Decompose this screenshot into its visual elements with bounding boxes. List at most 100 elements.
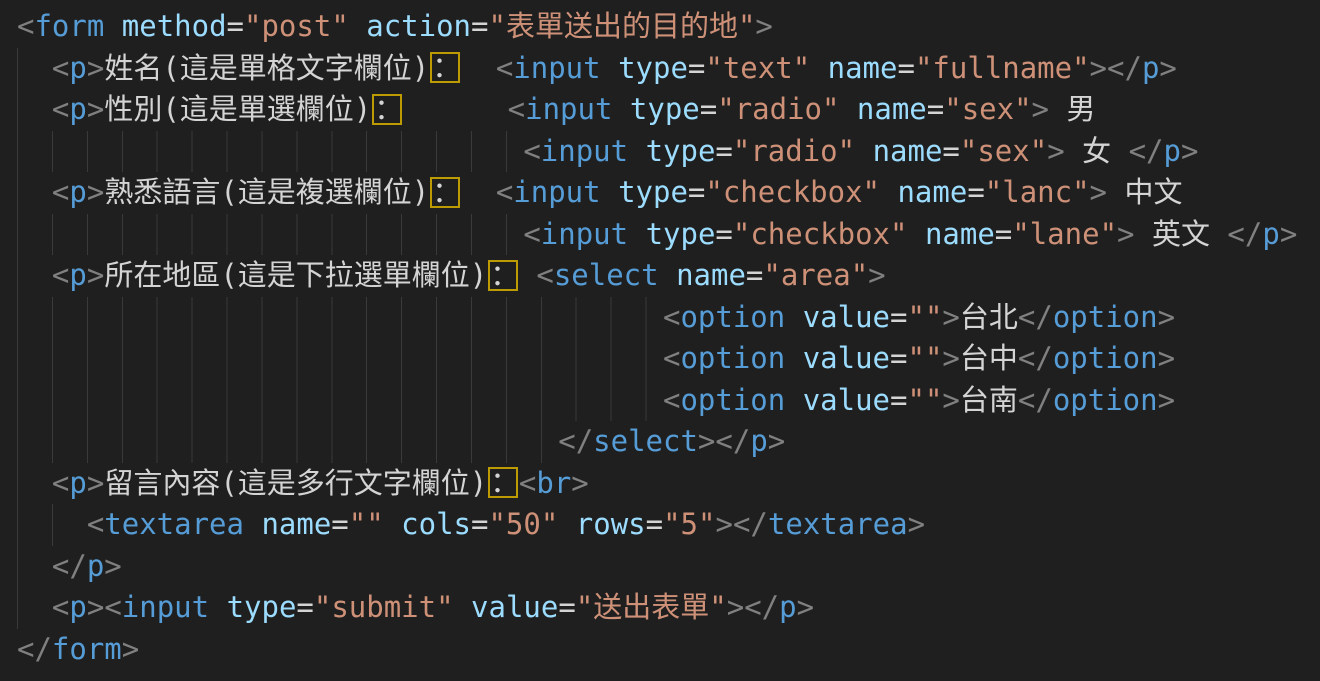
token-attribute-name: action [366, 9, 471, 43]
token-whitespace [855, 134, 872, 168]
token-punctuation: < [496, 175, 513, 209]
token-string-value: "5" [663, 507, 715, 541]
token-text-content: 台中 [960, 341, 1018, 375]
token-string-value: "radio" [717, 92, 839, 126]
token-punctuation: </ [1107, 51, 1142, 85]
token-whitespace [628, 134, 645, 168]
indent-guides [17, 463, 52, 505]
token-equals: = [890, 341, 907, 375]
code-line-11[interactable]: </select></p> [17, 421, 1320, 463]
token-punctuation: </ [52, 549, 87, 583]
token-whitespace [907, 217, 924, 251]
token-punctuation: > [1158, 383, 1175, 417]
code-line-6[interactable]: <input type="checkbox" name="lane"> 英文 <… [17, 214, 1320, 256]
token-whitespace [461, 51, 496, 85]
token-tag-name: p [69, 258, 86, 292]
token-string-value: "表單送出的目的地" [488, 9, 755, 43]
token-whitespace [785, 383, 802, 417]
token-punctuation: </ [744, 590, 779, 624]
token-tag-name: option [1053, 300, 1158, 334]
token-equals: = [967, 175, 984, 209]
token-attribute-name: cols [401, 507, 471, 541]
unicode-highlight-box: ： [430, 177, 460, 208]
token-punctuation: < [508, 92, 525, 126]
token-punctuation: < [536, 258, 553, 292]
code-line-14[interactable]: </p> [17, 546, 1320, 588]
token-string-value: "radio" [733, 134, 855, 168]
token-equals: = [296, 590, 313, 624]
token-tag-name: input [541, 217, 628, 251]
token-text-content: 所在地區(這是下拉選單欄位) [104, 258, 487, 292]
token-punctuation: > [868, 258, 885, 292]
token-string-value: "lanc" [985, 175, 1090, 209]
token-tag-name: input [122, 590, 209, 624]
code-line-13[interactable]: <textarea name="" cols="50" rows="5"></t… [17, 504, 1320, 546]
token-text-content: 熟悉語言(這是複選欄位) [104, 175, 429, 209]
token-punctuation: > [571, 466, 588, 500]
code-line-2[interactable]: <p>姓名(這是單格文字欄位)： <input type="text" name… [17, 48, 1320, 90]
token-punctuation: > [1090, 175, 1107, 209]
token-attribute-name: name [897, 175, 967, 209]
token-tag-name: p [69, 92, 86, 126]
token-punctuation: < [52, 175, 69, 209]
token-tag-name: p [69, 590, 86, 624]
token-string-value: "送出表單" [576, 590, 727, 624]
token-string-value: "post" [244, 9, 349, 43]
token-punctuation: > [1090, 51, 1107, 85]
token-tag-name: input [541, 134, 628, 168]
token-punctuation: > [755, 9, 772, 43]
token-punctuation: > [1117, 217, 1134, 251]
code-line-4[interactable]: <input type="radio" name="sex"> 女 </p> [17, 131, 1320, 173]
code-line-1[interactable]: <form method="post" action="表單送出的目的地"> [17, 6, 1320, 48]
token-equals: = [227, 9, 244, 43]
code-line-16[interactable]: </form> [17, 629, 1320, 671]
token-whitespace [454, 590, 471, 624]
code-line-10[interactable]: <option value="">台南</option> [17, 380, 1320, 422]
token-punctuation: > [104, 549, 121, 583]
token-punctuation: < [663, 383, 680, 417]
token-tag-name: textarea [768, 507, 908, 541]
token-string-value: "checkbox" [705, 175, 880, 209]
token-punctuation: < [104, 590, 121, 624]
code-line-12[interactable]: <p>留言內容(這是多行文字欄位)：<br> [17, 463, 1320, 505]
token-punctuation: < [496, 51, 513, 85]
token-tag-name: p [69, 175, 86, 209]
indent-guides [17, 504, 87, 546]
token-punctuation: > [87, 175, 104, 209]
token-whitespace [880, 175, 897, 209]
code-line-3[interactable]: <p>性別(這是單選欄位)： <input type="radio" name=… [17, 89, 1320, 131]
token-whitespace [612, 92, 629, 126]
token-whitespace [659, 258, 676, 292]
token-punctuation: > [1158, 300, 1175, 334]
token-equals: = [927, 92, 944, 126]
token-attribute-name: rows [576, 507, 646, 541]
token-punctuation: > [1032, 92, 1049, 126]
token-punctuation: > [87, 590, 104, 624]
token-punctuation: < [663, 341, 680, 375]
token-tag-name: option [680, 383, 785, 417]
token-tag-name: select [554, 258, 659, 292]
token-text-content: 中文 [1107, 175, 1182, 209]
indent-guides [17, 587, 52, 629]
code-line-7[interactable]: <p>所在地區(這是下拉選單欄位)： <select name="area"> [17, 255, 1320, 297]
token-whitespace [785, 341, 802, 375]
token-text-content: 性別(這是單選欄位) [104, 92, 371, 126]
unicode-highlight-box: ： [488, 467, 518, 498]
token-tag-name: input [525, 92, 612, 126]
unicode-highlight-box: ： [488, 260, 518, 291]
token-attribute-name: type [618, 175, 688, 209]
code-line-15[interactable]: <p><input type="submit" value="送出表單"></p… [17, 587, 1320, 629]
token-punctuation: > [942, 383, 959, 417]
token-equals: = [558, 590, 575, 624]
unicode-highlight-box: ： [430, 52, 460, 83]
token-tag-name: p [779, 590, 796, 624]
token-equals: = [715, 134, 732, 168]
token-tag-name: input [513, 51, 600, 85]
code-line-5[interactable]: <p>熟悉語言(這是複選欄位)： <input type="checkbox" … [17, 172, 1320, 214]
token-punctuation: </ [1227, 217, 1262, 251]
token-punctuation: > [1047, 134, 1064, 168]
code-editor[interactable]: <form method="post" action="表單送出的目的地"><p… [0, 0, 1320, 681]
code-line-8[interactable]: <option value="">台北</option> [17, 297, 1320, 339]
token-punctuation: > [698, 424, 715, 458]
code-line-9[interactable]: <option value="">台中</option> [17, 338, 1320, 380]
